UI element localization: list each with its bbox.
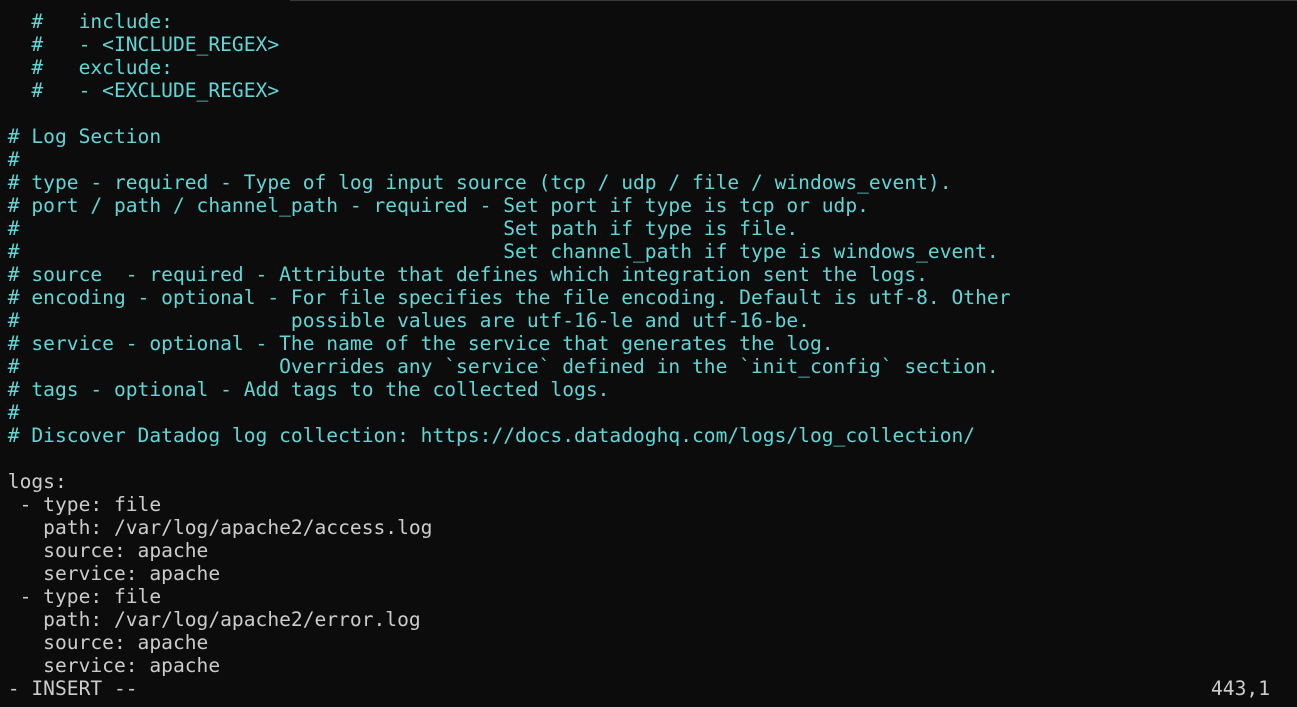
editor-line[interactable]: [0, 102, 1011, 125]
editor-line[interactable]: # Discover Datadog log collection: https…: [0, 424, 1011, 447]
editor-line[interactable]: service: apache: [0, 654, 1011, 677]
editor-line[interactable]: logs:: [0, 470, 1011, 493]
mode-indicator: - INSERT --: [0, 677, 138, 700]
editor-line[interactable]: # port / path / channel_path - required …: [0, 194, 1011, 217]
editor-line[interactable]: # encoding - optional - For file specifi…: [0, 286, 1011, 309]
editor-line[interactable]: # source - required - Attribute that def…: [0, 263, 1011, 286]
editor-line[interactable]: # service - optional - The name of the s…: [0, 332, 1011, 355]
editor-line[interactable]: path: /var/log/apache2/error.log: [0, 608, 1011, 631]
editor-line[interactable]: - type: file: [0, 493, 1011, 516]
editor-line[interactable]: [0, 447, 1011, 470]
editor-line[interactable]: #: [0, 148, 1011, 171]
editor-line[interactable]: # - <EXCLUDE_REGEX>: [0, 79, 1011, 102]
editor-line[interactable]: # type - required - Type of log input so…: [0, 171, 1011, 194]
editor-line[interactable]: # exclude:: [0, 56, 1011, 79]
editor-line[interactable]: # Overrides any `service` defined in the…: [0, 355, 1011, 378]
editor-line[interactable]: # Set channel_path if type is windows_ev…: [0, 240, 1011, 263]
editor-line[interactable]: - type: file: [0, 585, 1011, 608]
editor-line[interactable]: source: apache: [0, 539, 1011, 562]
terminal-window[interactable]: # include: # - <INCLUDE_REGEX> # exclude…: [0, 0, 1297, 707]
vim-editor-buffer[interactable]: # include: # - <INCLUDE_REGEX> # exclude…: [0, 10, 1011, 677]
editor-line[interactable]: path: /var/log/apache2/access.log: [0, 516, 1011, 539]
editor-line[interactable]: # - <INCLUDE_REGEX>: [0, 33, 1011, 56]
editor-line[interactable]: # possible values are utf-16-le and utf-…: [0, 309, 1011, 332]
editor-line[interactable]: source: apache: [0, 631, 1011, 654]
editor-line[interactable]: # Log Section: [0, 125, 1011, 148]
window-top-edge: [290, 0, 1297, 1]
editor-line[interactable]: #: [0, 401, 1011, 424]
editor-line[interactable]: # tags - optional - Add tags to the coll…: [0, 378, 1011, 401]
cursor-position: 443,1: [1211, 677, 1270, 700]
editor-line[interactable]: # include:: [0, 10, 1011, 33]
editor-line[interactable]: # Set path if type is file.: [0, 217, 1011, 240]
editor-line[interactable]: service: apache: [0, 562, 1011, 585]
vim-status-bar: - INSERT -- 443,1: [0, 677, 1270, 700]
